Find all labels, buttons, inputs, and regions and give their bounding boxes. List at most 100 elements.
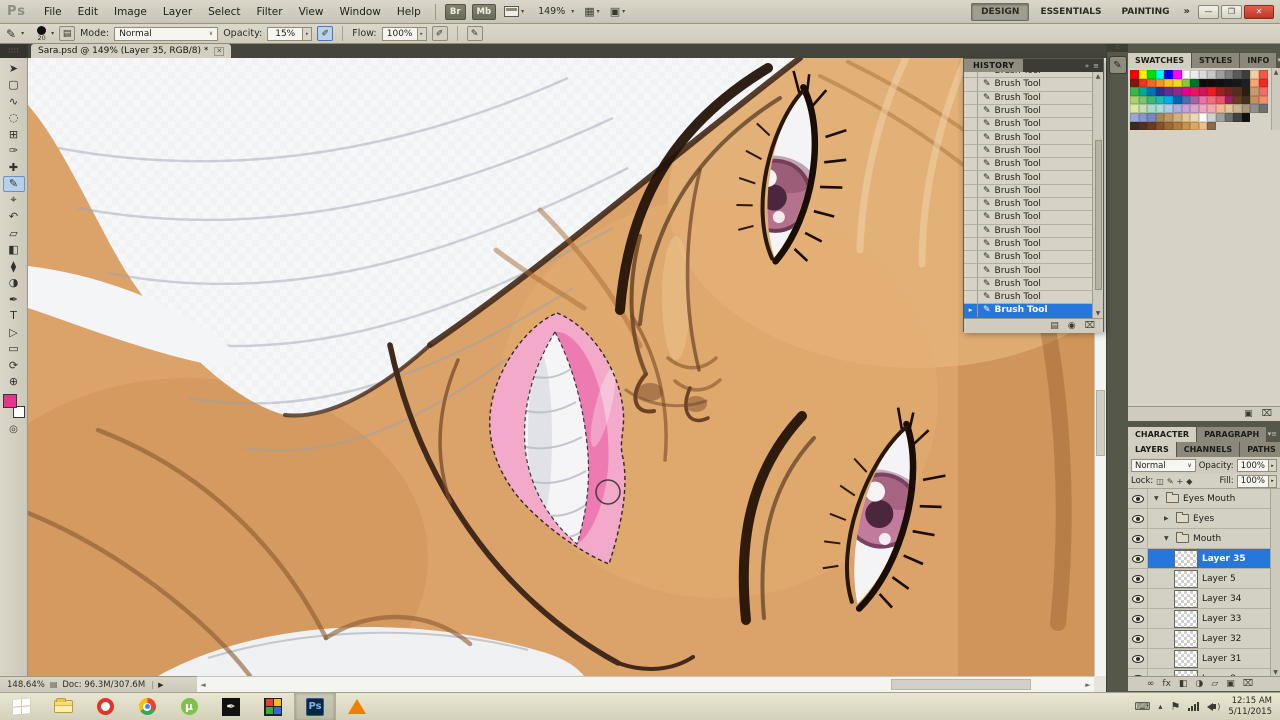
- swatch[interactable]: [1155, 112, 1165, 122]
- foreground-color-well[interactable]: [2, 394, 17, 408]
- swatch[interactable]: [1233, 70, 1242, 79]
- history-source-column[interactable]: [964, 291, 978, 304]
- layer-thumbnail[interactable]: [1174, 609, 1198, 628]
- swatch[interactable]: [1258, 70, 1268, 79]
- history-entry[interactable]: ✎Brush Tool: [964, 237, 1103, 252]
- history-source-column[interactable]: [964, 158, 978, 171]
- layer-row-content[interactable]: Layer 32: [1148, 629, 1280, 648]
- flow-field[interactable]: 100%: [381, 26, 418, 41]
- swatch[interactable]: [1233, 112, 1242, 122]
- swatch[interactable]: [1130, 70, 1139, 79]
- swatch[interactable]: [1181, 121, 1191, 131]
- history-source-column[interactable]: [964, 251, 978, 264]
- canvas-area[interactable]: [28, 58, 1094, 676]
- swatch[interactable]: [1138, 87, 1148, 96]
- swatch[interactable]: [1147, 87, 1156, 96]
- scroll-left-icon[interactable]: ◄: [197, 677, 209, 692]
- swatch[interactable]: [1147, 95, 1156, 105]
- opacity-field[interactable]: 15%: [267, 26, 304, 41]
- swatch[interactable]: [1258, 95, 1268, 105]
- scrollbar-thumb[interactable]: [891, 679, 1031, 690]
- layer-row-content[interactable]: ▼ Eyes Mouth: [1148, 489, 1280, 508]
- layer-row[interactable]: Layer 31: [1128, 649, 1280, 669]
- history-source-column[interactable]: [964, 118, 978, 131]
- eyedropper-tool[interactable]: ✑: [3, 143, 25, 160]
- move-tool[interactable]: ➤: [3, 60, 25, 77]
- history-entry[interactable]: ✎Brush Tool: [964, 118, 1103, 132]
- layer-row[interactable]: Layer 8: [1128, 669, 1280, 676]
- swatch[interactable]: [1198, 104, 1208, 113]
- layer-row[interactable]: ▼ Mouth: [1128, 529, 1280, 549]
- flow-stepper[interactable]: ▸: [417, 26, 427, 41]
- swatch[interactable]: [1164, 78, 1173, 88]
- swatch[interactable]: [1241, 70, 1251, 79]
- screen-mode-button[interactable]: ▣ ▾: [610, 5, 625, 18]
- healing-brush-tool[interactable]: ✚: [3, 159, 25, 176]
- layer-row-content[interactable]: Layer 33: [1148, 609, 1280, 628]
- zoom-level-control[interactable]: 149% ▾: [534, 5, 574, 18]
- history-entry[interactable]: ✎Brush Tool: [964, 91, 1103, 105]
- link-layers-icon[interactable]: ∞: [1147, 679, 1155, 689]
- quick-selection-tool[interactable]: ◌: [3, 110, 25, 127]
- eraser-tool[interactable]: ▱: [3, 225, 25, 242]
- swatch[interactable]: [1250, 104, 1259, 113]
- adjustment-layer-icon[interactable]: ◑: [1195, 679, 1203, 689]
- layer-group-icon[interactable]: ▱: [1211, 679, 1218, 689]
- swatches-scrollbar[interactable]: ▲: [1271, 68, 1280, 131]
- swatch[interactable]: [1138, 112, 1148, 122]
- layers-scrollbar[interactable]: ▼: [1270, 489, 1280, 676]
- swatch[interactable]: [1164, 121, 1173, 131]
- swatch[interactable]: [1130, 95, 1139, 105]
- launch-mini-bridge-button[interactable]: Mb: [471, 3, 497, 20]
- new-swatch-icon[interactable]: ▣: [1244, 409, 1253, 419]
- type-tool[interactable]: T: [3, 308, 25, 325]
- layer-row[interactable]: ▶ Eyes: [1128, 509, 1280, 529]
- swatch[interactable]: [1190, 104, 1199, 113]
- scroll-right-icon[interactable]: ►: [1082, 677, 1094, 692]
- history-entry[interactable]: ✎Brush Tool: [964, 251, 1103, 265]
- history-entry[interactable]: ✎Brush Tool: [964, 131, 1103, 145]
- layer-row-content[interactable]: Layer 34: [1148, 589, 1280, 608]
- swatch[interactable]: [1207, 121, 1216, 131]
- history-source-column[interactable]: [964, 184, 978, 197]
- swatch[interactable]: [1130, 78, 1139, 88]
- swatch[interactable]: [1147, 78, 1156, 88]
- brush-tip-preview[interactable]: 20: [37, 25, 47, 42]
- lock-transparency-icon[interactable]: ◫: [1156, 477, 1164, 486]
- layer-thumbnail[interactable]: [1174, 629, 1198, 648]
- swatch[interactable]: [1233, 104, 1242, 113]
- layer-row[interactable]: ▼ Eyes Mouth: [1128, 489, 1280, 509]
- painting[interactable]: [28, 58, 1094, 676]
- layer-row[interactable]: Layer 5: [1128, 569, 1280, 589]
- keyboard-icon[interactable]: ⌨: [1135, 700, 1151, 713]
- tab-paragraph[interactable]: PARAGRAPH: [1197, 427, 1268, 442]
- layer-mask-icon[interactable]: ◧: [1179, 679, 1188, 689]
- swatch[interactable]: [1198, 112, 1208, 122]
- swatch[interactable]: [1250, 78, 1259, 88]
- swatch[interactable]: [1224, 95, 1234, 105]
- history-entry[interactable]: ✎Brush Tool: [964, 78, 1103, 92]
- menu-window[interactable]: Window: [331, 6, 388, 18]
- swatch[interactable]: [1224, 78, 1234, 88]
- swatch[interactable]: [1155, 121, 1165, 131]
- history-entry[interactable]: ✎Brush Tool: [964, 211, 1103, 225]
- swatch[interactable]: [1172, 121, 1182, 131]
- swatch[interactable]: [1138, 70, 1148, 79]
- close-button[interactable]: ✕: [1244, 4, 1274, 19]
- history-entry[interactable]: ✎Brush Tool: [964, 291, 1103, 305]
- blur-tool[interactable]: ⧫: [3, 258, 25, 275]
- hidden-icons-icon[interactable]: ▴: [1158, 702, 1162, 711]
- rotate-view-tool[interactable]: ⟳: [3, 357, 25, 374]
- gradient-tool[interactable]: ◧: [3, 242, 25, 259]
- swatch[interactable]: [1155, 95, 1165, 105]
- history-entry[interactable]: ✎Brush Tool: [964, 144, 1103, 159]
- layer-row-content[interactable]: ▶ Eyes: [1148, 509, 1280, 528]
- collapse-icon[interactable]: »: [1085, 62, 1089, 70]
- layer-row-content[interactable]: Layer 8: [1148, 669, 1280, 676]
- swatch[interactable]: [1215, 112, 1225, 122]
- layer-row-content[interactable]: Layer 35: [1148, 549, 1280, 568]
- layer-effects-icon[interactable]: fx: [1162, 679, 1171, 689]
- swatch[interactable]: [1181, 78, 1191, 88]
- toggle-brush-panel-button[interactable]: ▤: [59, 26, 76, 41]
- swatch[interactable]: [1250, 87, 1259, 96]
